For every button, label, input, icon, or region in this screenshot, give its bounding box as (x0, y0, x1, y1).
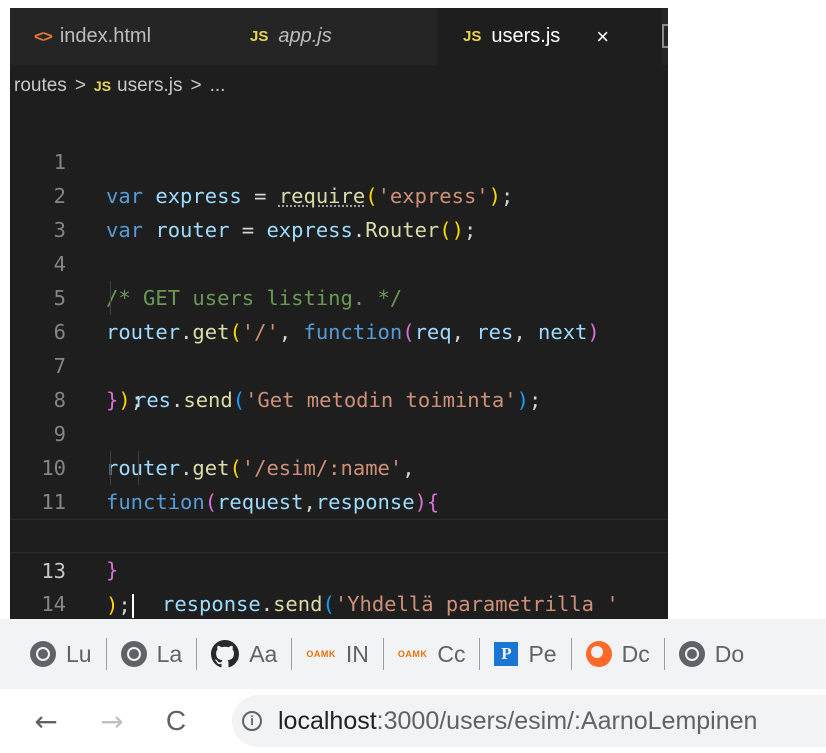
code-line: 15 (10, 587, 668, 619)
code-line: 11 response.send('Yhdellä parametrilla ' (10, 451, 668, 616)
forward-arrow-icon[interactable]: → (86, 705, 138, 738)
code-line: 12 } (10, 485, 668, 582)
js-icon: JS (250, 28, 269, 45)
tab-label: users.js (491, 25, 561, 47)
chevron-right-icon: > (190, 75, 202, 96)
indent-guide (110, 281, 111, 315)
chevron-right-icon: > (74, 75, 86, 96)
code-line: 2 var router = express.Router(); (10, 145, 668, 242)
globe-icon (120, 641, 147, 667)
tab-app-js[interactable]: JS app.js (222, 8, 437, 65)
back-arrow-icon[interactable]: ← (20, 705, 72, 738)
code-line: 9 router.get('/esim/:name', (10, 383, 668, 480)
code-editor: <> index.html JS app.js JS users.js × ro… (10, 8, 668, 619)
bookmark-label: Lu (66, 640, 92, 667)
globe-icon (30, 641, 56, 667)
bookmark-label: Do (714, 640, 745, 667)
tab-label: app.js (278, 25, 332, 47)
ds-icon (585, 641, 612, 667)
breadcrumb-tail[interactable]: ... (210, 75, 226, 97)
bookmark-label: Dc (621, 640, 650, 667)
bookmark-separator (382, 638, 384, 670)
bookmark-separator (570, 638, 572, 670)
globe-icon (678, 641, 705, 667)
bookmark-item[interactable]: Lu (30, 634, 92, 674)
bookmark-separator (105, 638, 107, 670)
github-icon (211, 640, 240, 668)
bookmark-label: Cc (437, 640, 466, 667)
breadcrumb: routes > JS users.js > ... (10, 65, 668, 107)
bookmark-label: Aa (249, 640, 278, 667)
code-line: 7 }); (10, 315, 668, 412)
bookmark-separator (291, 638, 293, 670)
bookmark-separator (479, 638, 481, 670)
bookmark-item[interactable]: OAMK Cc (398, 634, 466, 674)
bookmark-separator (196, 638, 198, 670)
bookmark-label: Pe (528, 640, 557, 667)
html-icon: <> (34, 26, 53, 46)
reload-icon[interactable]: C (150, 705, 202, 737)
code-line: 3 (10, 179, 668, 242)
breadcrumb-file[interactable]: users.js (117, 75, 182, 97)
info-icon[interactable]: i (242, 711, 262, 731)
bookmark-item[interactable]: OAMK IN (306, 634, 369, 674)
code-line-current: 13 ); (10, 519, 668, 618)
indent-guide (138, 451, 139, 485)
code-line: 10 function(request,response){ (10, 417, 668, 514)
bookmark-item[interactable]: P Pe (494, 634, 557, 674)
bookmark-label: La (156, 640, 183, 667)
split-editor-icon[interactable] (662, 24, 668, 48)
oamk-icon: OAMK (306, 649, 336, 659)
url-host: localhost (278, 706, 377, 735)
indent-guide (110, 451, 111, 485)
editor-tab-bar: <> index.html JS app.js JS users.js × (10, 8, 668, 65)
tab-label: index.html (59, 25, 152, 47)
address-bar[interactable]: i localhost:3000/users/esim/:AarnoLempin… (232, 695, 826, 747)
code-line: 5 router.get('/', function(req, res, nex… (10, 247, 668, 344)
bookmark-item[interactable]: Dc (585, 634, 650, 674)
bookmark-item[interactable]: La (120, 634, 183, 674)
code-line: 1 var express = require('express'); (10, 111, 668, 208)
browser-toolbar: ← → C i localhost:3000/users/esim/:Aarno… (0, 689, 826, 753)
js-icon: JS (93, 78, 112, 94)
bookmark-item[interactable]: Aa (211, 634, 277, 674)
bookmark-separator (663, 638, 665, 670)
code-line: 8 (10, 349, 668, 412)
bookmarks-bar: Lu La Aa OAMK IN OAMK Cc P Pe Dc Do (0, 619, 826, 689)
url-path: :3000/users/esim/:AarnoLempinen (376, 706, 758, 735)
breadcrumb-folder[interactable]: routes (14, 75, 67, 97)
code-line: 14 module.exports = router; (10, 553, 668, 616)
js-icon: JS (463, 28, 482, 45)
oamk-icon: OAMK (397, 649, 428, 659)
p-icon: P (494, 642, 519, 666)
tab-users-js[interactable]: JS users.js × (437, 8, 662, 65)
code-line: 6 res.send('Get metodin toiminta'); (10, 281, 668, 412)
close-icon[interactable]: × (596, 24, 609, 50)
code-area[interactable]: 1 var express = require('express'); 2 va… (10, 111, 668, 619)
code-line: 4 /* GET users listing. */ (10, 213, 668, 310)
bookmark-item[interactable]: Do (678, 634, 745, 674)
bookmark-label: IN (345, 640, 369, 667)
tab-index-html[interactable]: <> index.html (10, 8, 222, 65)
